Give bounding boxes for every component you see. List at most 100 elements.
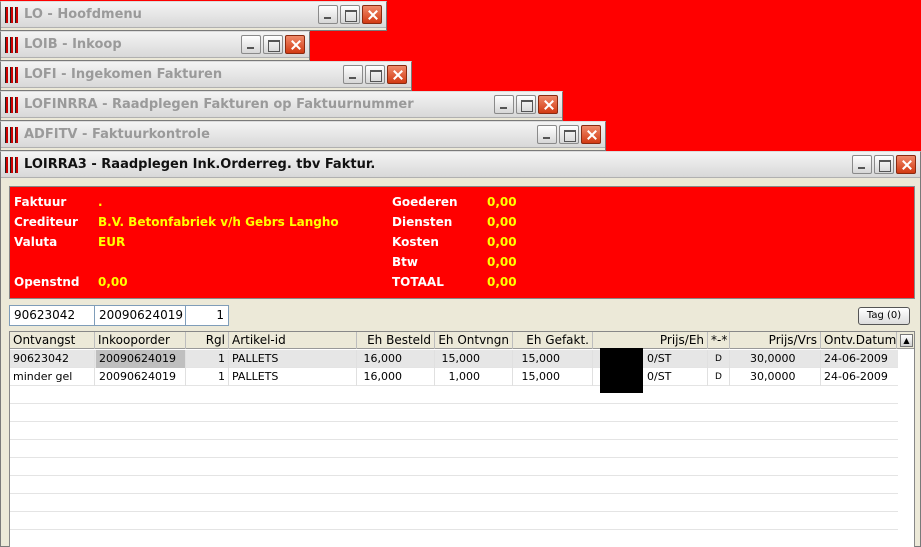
minimize-icon[interactable] <box>241 35 261 54</box>
maximize-icon[interactable] <box>874 155 894 174</box>
col-prijs-eh[interactable]: Prijs/Eh <box>593 332 708 349</box>
cell-besteld: 16,000 <box>363 370 403 383</box>
window-faktuurkontrole[interactable]: ADFITV - Faktuurkontrole <box>0 121 606 151</box>
goederen-label: Goederen <box>392 195 458 209</box>
table-row-empty[interactable] <box>10 512 898 530</box>
goederen-value: 0,00 <box>487 195 517 209</box>
col-eh-ontvngn[interactable]: Eh Ontvngn <box>435 332 513 349</box>
window-title: ADFITV - Faktuurkontrole <box>24 127 210 142</box>
window-title: LOFINRRA - Raadplegen Fakturen op Faktuu… <box>24 97 414 112</box>
cell-gefakt: 15,000 <box>521 352 561 365</box>
col-ontv-datum[interactable]: Ontv.Datum <box>821 332 897 349</box>
table-row-empty[interactable] <box>10 458 898 476</box>
table-row-empty[interactable] <box>10 404 898 422</box>
cell-rgl: 1 <box>186 350 229 368</box>
valuta-label: Valuta <box>14 235 58 249</box>
col-inkooporder[interactable]: Inkooporder <box>95 332 186 349</box>
close-icon[interactable] <box>581 125 601 144</box>
app-logo-icon <box>5 6 19 23</box>
window-title: LOIRRA3 - Raadplegen Ink.Orderreg. tbv F… <box>24 157 376 172</box>
title-bar[interactable]: LO - Hoofdmenu <box>1 2 386 28</box>
table-row-empty[interactable] <box>10 440 898 458</box>
window-ink-orderreg[interactable]: LOIRRA3 - Raadplegen Ink.Orderreg. tbv F… <box>0 151 921 547</box>
col-rgl[interactable]: Rgl <box>186 332 229 349</box>
minimize-icon[interactable] <box>318 5 338 24</box>
cell-prijs-vrs: 30,0000 <box>747 368 821 386</box>
title-bar[interactable]: LOFINRRA - Raadplegen Fakturen op Faktuu… <box>1 92 562 118</box>
col-artikel-id[interactable]: Artikel-id <box>229 332 357 349</box>
table-row-empty[interactable] <box>10 530 898 547</box>
minimize-icon[interactable] <box>852 155 872 174</box>
ontvangst-field[interactable]: 90623042 <box>9 305 95 326</box>
window-inkoop[interactable]: LOIB - Inkoop <box>0 31 310 61</box>
title-bar[interactable]: LOFI - Ingekomen Fakturen <box>1 62 411 88</box>
minimize-icon[interactable] <box>343 65 363 84</box>
scroll-up-icon[interactable]: ▲ <box>900 334 913 347</box>
order-lines-table[interactable]: Ontvangst Inkooporder Rgl Artikel-id Eh … <box>9 331 915 547</box>
maximize-icon[interactable] <box>263 35 283 54</box>
invoice-summary-panel: Faktuur . Crediteur B.V. Betonfabriek v/… <box>9 186 915 299</box>
faktuur-label: Faktuur <box>14 195 67 209</box>
minimize-icon[interactable] <box>494 95 514 114</box>
minimize-icon[interactable] <box>537 125 557 144</box>
table-row-empty[interactable] <box>10 476 898 494</box>
window-hoofdmenu[interactable]: LO - Hoofdmenu <box>0 1 387 31</box>
col-flag[interactable]: *-* <box>708 332 730 349</box>
kosten-value: 0,00 <box>487 235 517 249</box>
col-prijs-vrs[interactable]: Prijs/Vrs <box>730 332 821 349</box>
app-logo-icon <box>5 156 19 173</box>
close-icon[interactable] <box>387 65 407 84</box>
table-row-empty[interactable] <box>10 386 898 404</box>
maximize-icon[interactable] <box>340 5 360 24</box>
valuta-value: EUR <box>98 235 126 249</box>
close-icon[interactable] <box>896 155 916 174</box>
totaal-value: 0,00 <box>487 275 517 289</box>
openstnd-value: 0,00 <box>98 275 128 289</box>
maximize-icon[interactable] <box>365 65 385 84</box>
window-raadplegen-fakturen[interactable]: LOFINRRA - Raadplegen Fakturen op Faktuu… <box>0 91 563 121</box>
title-bar[interactable]: ADFITV - Faktuurkontrole <box>1 122 605 148</box>
title-bar[interactable]: LOIB - Inkoop <box>1 32 309 58</box>
cell-rgl: 1 <box>186 368 229 386</box>
cell-flag: D <box>708 350 730 368</box>
table-row-empty[interactable] <box>10 494 898 512</box>
cell-inkooporder: 20090624019 <box>96 350 186 368</box>
app-logo-icon <box>5 126 19 143</box>
diensten-label: Diensten <box>392 215 453 229</box>
cell-prijs-vrs: 30,0000 <box>747 350 821 368</box>
cell-inkooporder: 20090624019 <box>96 368 186 386</box>
regel-field[interactable]: 1 <box>185 305 229 326</box>
app-logo-icon <box>5 36 19 53</box>
cell-ontvangst: 90623042 <box>10 350 95 368</box>
kosten-label: Kosten <box>392 235 439 249</box>
tag-button[interactable]: Tag (0) <box>858 307 910 325</box>
app-logo-icon <box>5 66 19 83</box>
diensten-value: 0,00 <box>487 215 517 229</box>
maximize-icon[interactable] <box>516 95 536 114</box>
col-eh-besteld[interactable]: Eh Besteld <box>357 332 435 349</box>
title-bar[interactable]: LOIRRA3 - Raadplegen Ink.Orderreg. tbv F… <box>1 152 920 178</box>
cell-gefakt: 15,000 <box>521 370 561 383</box>
close-icon[interactable] <box>362 5 382 24</box>
totaal-label: TOTAAL <box>392 275 444 289</box>
close-icon[interactable] <box>285 35 305 54</box>
cell-ontvangen: 1,000 <box>448 370 481 383</box>
window-title: LOFI - Ingekomen Fakturen <box>24 67 223 82</box>
cell-besteld: 16,000 <box>363 352 403 365</box>
cell-prijs-eh: 0/ST <box>644 368 708 386</box>
maximize-icon[interactable] <box>559 125 579 144</box>
table-row[interactable]: minder gel 20090624019 1 PALLETS 16,000 … <box>10 368 898 386</box>
crediteur-value: B.V. Betonfabriek v/h Gebrs Langho <box>98 215 339 229</box>
close-icon[interactable] <box>538 95 558 114</box>
table-row-empty[interactable] <box>10 422 898 440</box>
table-row[interactable]: 90623042 20090624019 1 PALLETS 16,000 15… <box>10 350 898 368</box>
cell-artikel: PALLETS <box>229 368 357 386</box>
window-ingekomen-fakturen[interactable]: LOFI - Ingekomen Fakturen <box>0 61 412 91</box>
cell-artikel: PALLETS <box>229 350 357 368</box>
window-title: LOIB - Inkoop <box>24 37 122 52</box>
openstnd-label: Openstnd <box>14 275 80 289</box>
col-eh-gefakt[interactable]: Eh Gefakt. <box>513 332 593 349</box>
col-ontvangst[interactable]: Ontvangst <box>10 332 95 349</box>
inkooporder-field[interactable]: 20090624019 <box>94 305 186 326</box>
faktuur-value: . <box>98 195 103 209</box>
